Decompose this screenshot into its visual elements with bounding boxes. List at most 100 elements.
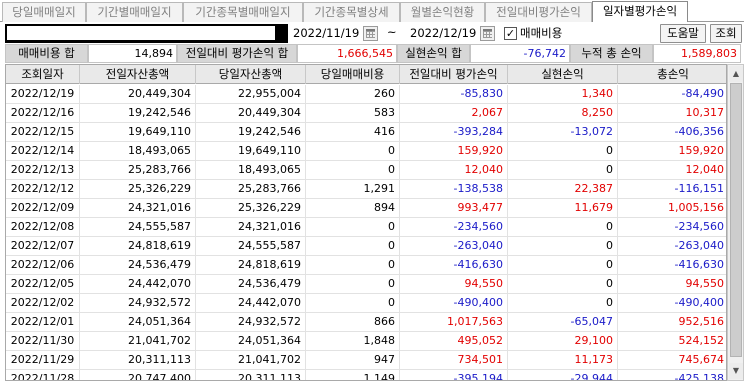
- cell-fee: 0: [306, 218, 400, 237]
- table-row[interactable]: 2022/12/08 24,555,587 24,321,016 0 -234,560 0…: [6, 218, 726, 237]
- cell-realized: 0: [508, 237, 618, 256]
- cell-total: -234,560: [674, 220, 724, 233]
- cell-cur-assets: 24,555,587: [196, 237, 306, 256]
- scroll-thumb[interactable]: [730, 83, 742, 357]
- calendar-icon[interactable]: [480, 26, 495, 41]
- cell-prev-assets: 25,326,229: [80, 180, 196, 199]
- table-row[interactable]: 2022/11/28 20,747,400 20,311,113 1,149 -395,…: [6, 370, 726, 380]
- table-row[interactable]: 2022/12/02 24,932,572 24,442,070 0 -490,400 0…: [6, 294, 726, 313]
- cell-date: 2022/12/12: [6, 180, 80, 199]
- fee-checkbox-label[interactable]: 매매비용: [520, 25, 562, 41]
- cell-prev-assets: 20,311,113: [80, 351, 196, 370]
- cell-prev-assets: 24,818,619: [80, 237, 196, 256]
- prev-day-eval-label: 전일대비 평가손익 합: [177, 44, 297, 63]
- table-row[interactable]: 2022/12/09 24,321,016 25,326,229 894 993,477…: [6, 199, 726, 218]
- cell-total: -416,630: [674, 258, 724, 271]
- cell-date: 2022/11/28: [6, 370, 80, 380]
- scroll-down-icon[interactable]: ▼: [729, 363, 743, 379]
- query-button[interactable]: 조회: [710, 24, 742, 43]
- column-header-date[interactable]: 조회일자: [6, 65, 80, 84]
- table-row[interactable]: 2022/12/14 18,493,065 19,649,110 0 159,920 0 1…: [6, 142, 726, 161]
- cell-prev-assets: 21,041,702: [80, 332, 196, 351]
- tab-period-stock-detail[interactable]: 기간종목별상세: [303, 2, 400, 22]
- cell-prev-assets: 24,321,016: [80, 199, 196, 218]
- column-header-fee[interactable]: 당일매매비용: [306, 65, 400, 84]
- cell-eval: 993,477: [400, 199, 508, 218]
- table-row[interactable]: 2022/12/01 24,051,364 24,932,572 866 1,017,5…: [6, 313, 726, 332]
- cell-realized: 11,173: [508, 351, 618, 370]
- column-header-realized[interactable]: 실현손익: [508, 65, 618, 84]
- cell-date: 2022/11/30: [6, 332, 80, 351]
- cell-cur-assets: 24,321,016: [196, 218, 306, 237]
- table-row[interactable]: 2022/12/19 20,449,304 22,955,004 260 -85,830…: [6, 85, 726, 104]
- scroll-up-icon[interactable]: ▲: [729, 66, 743, 82]
- table-row[interactable]: 2022/12/05 24,442,070 24,536,479 0 94,550 0 94…: [6, 275, 726, 294]
- cell-eval: 94,550: [400, 275, 508, 294]
- cell-total: 10,317: [685, 106, 725, 119]
- cell-eval: -85,830: [400, 85, 508, 104]
- calendar-icon[interactable]: [363, 26, 378, 41]
- realized-total-value: -76,742: [470, 44, 570, 63]
- cell-cur-assets: 21,041,702: [196, 351, 306, 370]
- cell-cur-assets: 24,442,070: [196, 294, 306, 313]
- table-row[interactable]: 2022/12/13 25,283,766 18,493,065 0 12,040 0 12…: [6, 161, 726, 180]
- cell-fee: 0: [306, 256, 400, 275]
- realized-total-label: 실현손익 합: [397, 44, 470, 63]
- cell-fee: 866: [306, 313, 400, 332]
- fee-total-value: 14,894: [88, 44, 177, 63]
- cell-fee: 0: [306, 275, 400, 294]
- table-row[interactable]: 2022/12/15 19,649,110 19,242,546 416 -393,28…: [6, 123, 726, 142]
- column-header-eval-pnl[interactable]: 전일대비 평가손익: [400, 65, 508, 84]
- table-row[interactable]: 2022/11/30 21,041,702 24,051,364 1,848 495,0…: [6, 332, 726, 351]
- cell-total: -116,151: [674, 182, 724, 195]
- tab-daily-eval-pnl[interactable]: 일자별평가손익: [592, 1, 688, 23]
- end-date-field[interactable]: 2022/12/19: [410, 24, 476, 43]
- cell-realized: 0: [508, 294, 618, 313]
- column-header-prev-assets[interactable]: 전일자산총액: [80, 65, 196, 84]
- table-row[interactable]: 2022/11/29 20,311,113 21,041,702 947 734,501…: [6, 351, 726, 370]
- tab-daily-trading-log[interactable]: 당일매매일지: [2, 2, 86, 22]
- tab-monthly-pnl[interactable]: 월별손익현황: [400, 2, 485, 22]
- cell-fee: 0: [306, 294, 400, 313]
- fee-checkbox[interactable]: ✓: [504, 27, 517, 40]
- cell-date: 2022/12/14: [6, 142, 80, 161]
- cell-fee: 1,149: [306, 370, 400, 380]
- cell-total: 745,674: [678, 353, 725, 366]
- account-selector[interactable]: [5, 24, 288, 43]
- date-range-separator: ~: [387, 25, 397, 39]
- tab-period-trading-log[interactable]: 기간별매매일지: [86, 2, 183, 22]
- cell-cur-assets: 24,818,619: [196, 256, 306, 275]
- cell-eval: -138,538: [400, 180, 508, 199]
- cell-fee: 583: [306, 104, 400, 123]
- cell-total: 1,005,156: [668, 201, 724, 214]
- cell-total: 159,920: [678, 144, 725, 157]
- daily-eval-pnl-grid: 조회일자 전일자산총액 당일자산총액 당일매매비용 전일대비 평가손익 실현손익…: [5, 64, 727, 381]
- start-date-field[interactable]: 2022/11/19: [293, 24, 359, 43]
- table-row[interactable]: 2022/12/07 24,818,619 24,555,587 0 -263,040 0…: [6, 237, 726, 256]
- cell-prev-assets: 25,283,766: [80, 161, 196, 180]
- column-header-cur-assets[interactable]: 당일자산총액: [196, 65, 306, 84]
- cell-total: 94,550: [685, 277, 725, 290]
- table-row[interactable]: 2022/12/12 25,326,229 25,283,766 1,291 -138,…: [6, 180, 726, 199]
- cell-prev-assets: 24,932,572: [80, 294, 196, 313]
- help-button[interactable]: 도움말: [660, 24, 706, 43]
- cumulative-total-label: 누적 총 손익: [570, 44, 653, 63]
- table-row[interactable]: 2022/12/16 19,242,546 20,449,304 583 2,067 8,…: [6, 104, 726, 123]
- cell-date: 2022/12/09: [6, 199, 80, 218]
- cell-fee: 1,291: [306, 180, 400, 199]
- tab-period-stock-trading-log[interactable]: 기간종목별매매일지: [183, 2, 303, 22]
- cell-prev-assets: 24,536,479: [80, 256, 196, 275]
- account-field[interactable]: [7, 26, 275, 40]
- vertical-scrollbar[interactable]: ▲ ▼: [727, 64, 744, 381]
- cell-cur-assets: 20,311,113: [196, 370, 306, 380]
- column-header-total[interactable]: 총손익: [618, 65, 726, 84]
- cell-prev-assets: 18,493,065: [80, 142, 196, 161]
- table-row[interactable]: 2022/12/06 24,536,479 24,818,619 0 -416,630 0…: [6, 256, 726, 275]
- cell-cur-assets: 25,326,229: [196, 199, 306, 218]
- cell-realized: -29,944: [508, 370, 618, 380]
- cell-total: -263,040: [674, 239, 724, 252]
- tab-prev-day-eval-pnl[interactable]: 전일대비평가손익: [485, 2, 592, 22]
- cell-prev-assets: 20,449,304: [80, 85, 196, 104]
- prev-day-eval-value: 1,666,545: [297, 44, 397, 63]
- cell-eval: -416,630: [400, 256, 508, 275]
